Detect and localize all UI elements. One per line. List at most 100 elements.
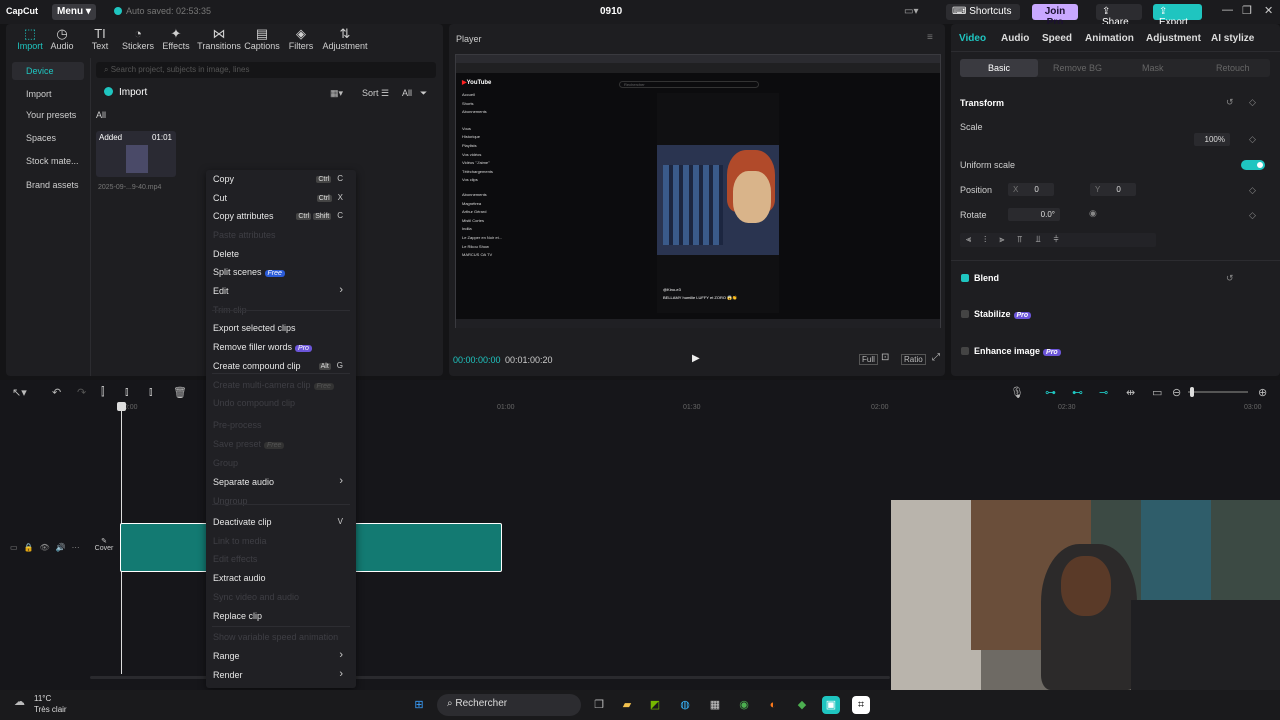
- context-menu-item[interactable]: Extract audio: [213, 573, 349, 589]
- context-menu-item[interactable]: Export selected clips: [213, 323, 349, 339]
- share-button[interactable]: ⇪ Share: [1096, 4, 1142, 28]
- temperature[interactable]: 11°C: [34, 694, 51, 703]
- blend-checkbox[interactable]: [961, 274, 969, 282]
- sidebar-item-presets[interactable]: Your presets: [12, 106, 84, 124]
- position-x-input[interactable]: X0: [1008, 183, 1054, 196]
- zoom-out-icon[interactable]: ⊖: [1172, 386, 1181, 399]
- stabilize-checkbox[interactable]: [961, 310, 969, 318]
- tab-all[interactable]: All: [96, 110, 106, 120]
- import-button[interactable]: Import: [96, 85, 152, 101]
- link-icon[interactable]: ⊷: [1072, 386, 1083, 399]
- fullscreen-icon[interactable]: ⤢: [932, 352, 940, 363]
- context-menu-item[interactable]: Copy attributes Ctrl Shift C: [213, 211, 349, 227]
- keyframe-icon[interactable]: ◇: [1249, 185, 1256, 196]
- minimize-icon[interactable]: —: [1222, 4, 1233, 16]
- yt-sub-item[interactable]: Arthur Gérard: [462, 208, 512, 217]
- nvidia-icon[interactable]: ◩: [646, 696, 664, 714]
- position-y-input[interactable]: Y0: [1090, 183, 1136, 196]
- yt-nav-item[interactable]: Vous: [462, 125, 512, 134]
- windows-start-icon[interactable]: ⊞: [410, 696, 428, 714]
- context-menu-item[interactable]: Edit ›: [213, 284, 349, 302]
- zoom-fit-icon[interactable]: ⊕: [1258, 386, 1267, 399]
- track-controls[interactable]: ▭🔒👁🔊⋯: [10, 543, 86, 552]
- all-filter-button[interactable]: All: [402, 88, 412, 98]
- full-button[interactable]: Full: [859, 354, 878, 365]
- subtab-retouch[interactable]: Retouch: [1216, 63, 1250, 73]
- context-menu-item[interactable]: Cut Ctrl X: [213, 193, 349, 209]
- tool-filters[interactable]: ◈ Filters: [277, 26, 325, 51]
- magnet-icon[interactable]: ⊶: [1045, 386, 1056, 399]
- reset-icon[interactable]: ↺: [1226, 273, 1234, 284]
- context-menu-item[interactable]: Deactivate clip V: [213, 517, 349, 533]
- subtab-mask[interactable]: Mask: [1142, 63, 1164, 73]
- yt-nav-item[interactable]: Vos clips: [462, 176, 512, 185]
- close-icon[interactable]: ✕: [1264, 4, 1273, 17]
- maximize-icon[interactable]: ❐: [1242, 4, 1252, 17]
- sidebar-item-device[interactable]: Device: [12, 62, 84, 80]
- menu-button[interactable]: Menu ▾: [52, 4, 96, 20]
- preview-axis-icon[interactable]: ⊸: [1099, 386, 1108, 399]
- firefox-icon[interactable]: ◐: [764, 696, 782, 714]
- sort-button[interactable]: Sort ☰: [362, 88, 389, 99]
- ratio-button[interactable]: Ratio: [901, 354, 926, 365]
- delete-icon[interactable]: 🗑: [173, 386, 187, 399]
- tool-effects[interactable]: ✦ Effects: [152, 26, 200, 51]
- yt-nav-item[interactable]: Historique: [462, 133, 512, 142]
- short-channel[interactable]: @Kino-e3: [663, 287, 753, 292]
- context-menu-item[interactable]: Remove filler words Pro: [213, 342, 349, 358]
- tab-adjustment[interactable]: Adjustment: [1146, 33, 1201, 44]
- edge-icon[interactable]: ◍: [676, 696, 694, 714]
- enhance-checkbox[interactable]: [961, 347, 969, 355]
- context-menu-item[interactable]: Separate audio ›: [213, 475, 349, 493]
- redo-icon[interactable]: ↷: [77, 386, 86, 399]
- keyframe-icon[interactable]: ◇: [1249, 210, 1256, 221]
- menu-icon[interactable]: ≡: [927, 32, 933, 43]
- rotate-input[interactable]: 0.0°: [1008, 208, 1060, 221]
- context-menu-item[interactable]: Create compound clip Alt G: [213, 361, 349, 377]
- yt-nav-item[interactable]: Vidéos "J'aime": [462, 159, 512, 168]
- weather-text[interactable]: Très clair: [34, 705, 67, 714]
- align-buttons[interactable]: ⫷⫶⫸⫪⫫⫩: [960, 233, 1156, 247]
- context-menu-item[interactable]: Range ›: [213, 649, 349, 667]
- zoom-slider[interactable]: [1188, 387, 1248, 397]
- yt-nav-item[interactable]: Shorts: [462, 100, 512, 109]
- sidebar-item-spaces[interactable]: Spaces: [12, 129, 84, 147]
- tab-animation[interactable]: Animation: [1085, 33, 1134, 44]
- context-menu-item[interactable]: Copy Ctrl C: [213, 174, 349, 190]
- subtab-basic[interactable]: Basic: [988, 63, 1010, 73]
- export-button[interactable]: ⇪ Export: [1153, 4, 1202, 28]
- tab-ai-stylize[interactable]: AI stylize: [1211, 33, 1254, 44]
- sidebar-item-import[interactable]: Import: [12, 85, 84, 103]
- task-view-icon[interactable]: ❐: [590, 696, 608, 714]
- sidebar-item-stock[interactable]: Stock mate...: [12, 152, 84, 170]
- split-right-icon[interactable]: ⫾: [149, 386, 153, 399]
- context-menu-item[interactable]: Split scenes Free: [213, 267, 349, 283]
- tab-audio[interactable]: Audio: [1001, 33, 1029, 44]
- player-screen[interactable]: ▶YouTube Rechercher Accueil Shorts Abonn…: [455, 54, 941, 328]
- play-icon[interactable]: ▶: [692, 353, 700, 364]
- capcut-icon[interactable]: ⌗: [852, 696, 870, 714]
- zoom-fit-icon[interactable]: ⊡: [881, 352, 889, 363]
- yt-sub-item[interactable]: Mistil Cortes: [462, 217, 512, 226]
- subtab-remove-bg[interactable]: Remove BG: [1053, 63, 1102, 73]
- playhead-handle[interactable]: [117, 402, 126, 411]
- media-search-input[interactable]: ⌕ Search project, subjects in image, lin…: [96, 62, 436, 78]
- yt-sub-item[interactable]: Magnétrea: [462, 200, 512, 209]
- yt-sub-item[interactable]: Le Rikou Show: [462, 243, 512, 252]
- keyframe-icon[interactable]: ◇: [1249, 134, 1256, 145]
- tab-speed[interactable]: Speed: [1042, 33, 1072, 44]
- split-view-icon[interactable]: ⇹: [1126, 386, 1135, 399]
- join-pro-button[interactable]: Join Pro: [1032, 4, 1078, 28]
- chrome-icon[interactable]: ◉: [735, 696, 753, 714]
- tool-adjustment[interactable]: ⇅ Adjustment: [320, 26, 370, 51]
- yt-nav-item[interactable]: Accueil: [462, 91, 512, 100]
- microphone-icon[interactable]: 🎙: [1010, 386, 1024, 399]
- split-icon[interactable]: ⫿: [101, 386, 105, 399]
- file-explorer-icon[interactable]: ▰: [618, 696, 636, 714]
- sidebar-item-brand-assets[interactable]: Brand assets: [12, 176, 84, 194]
- youtube-search-input[interactable]: Rechercher: [619, 81, 759, 88]
- yt-nav-item[interactable]: Abonnements: [462, 108, 512, 117]
- select-tool-icon[interactable]: ↖▾: [12, 386, 27, 399]
- media-thumbnail[interactable]: Added 01:01: [96, 131, 176, 177]
- cover-button[interactable]: ✎ Cover: [92, 537, 116, 552]
